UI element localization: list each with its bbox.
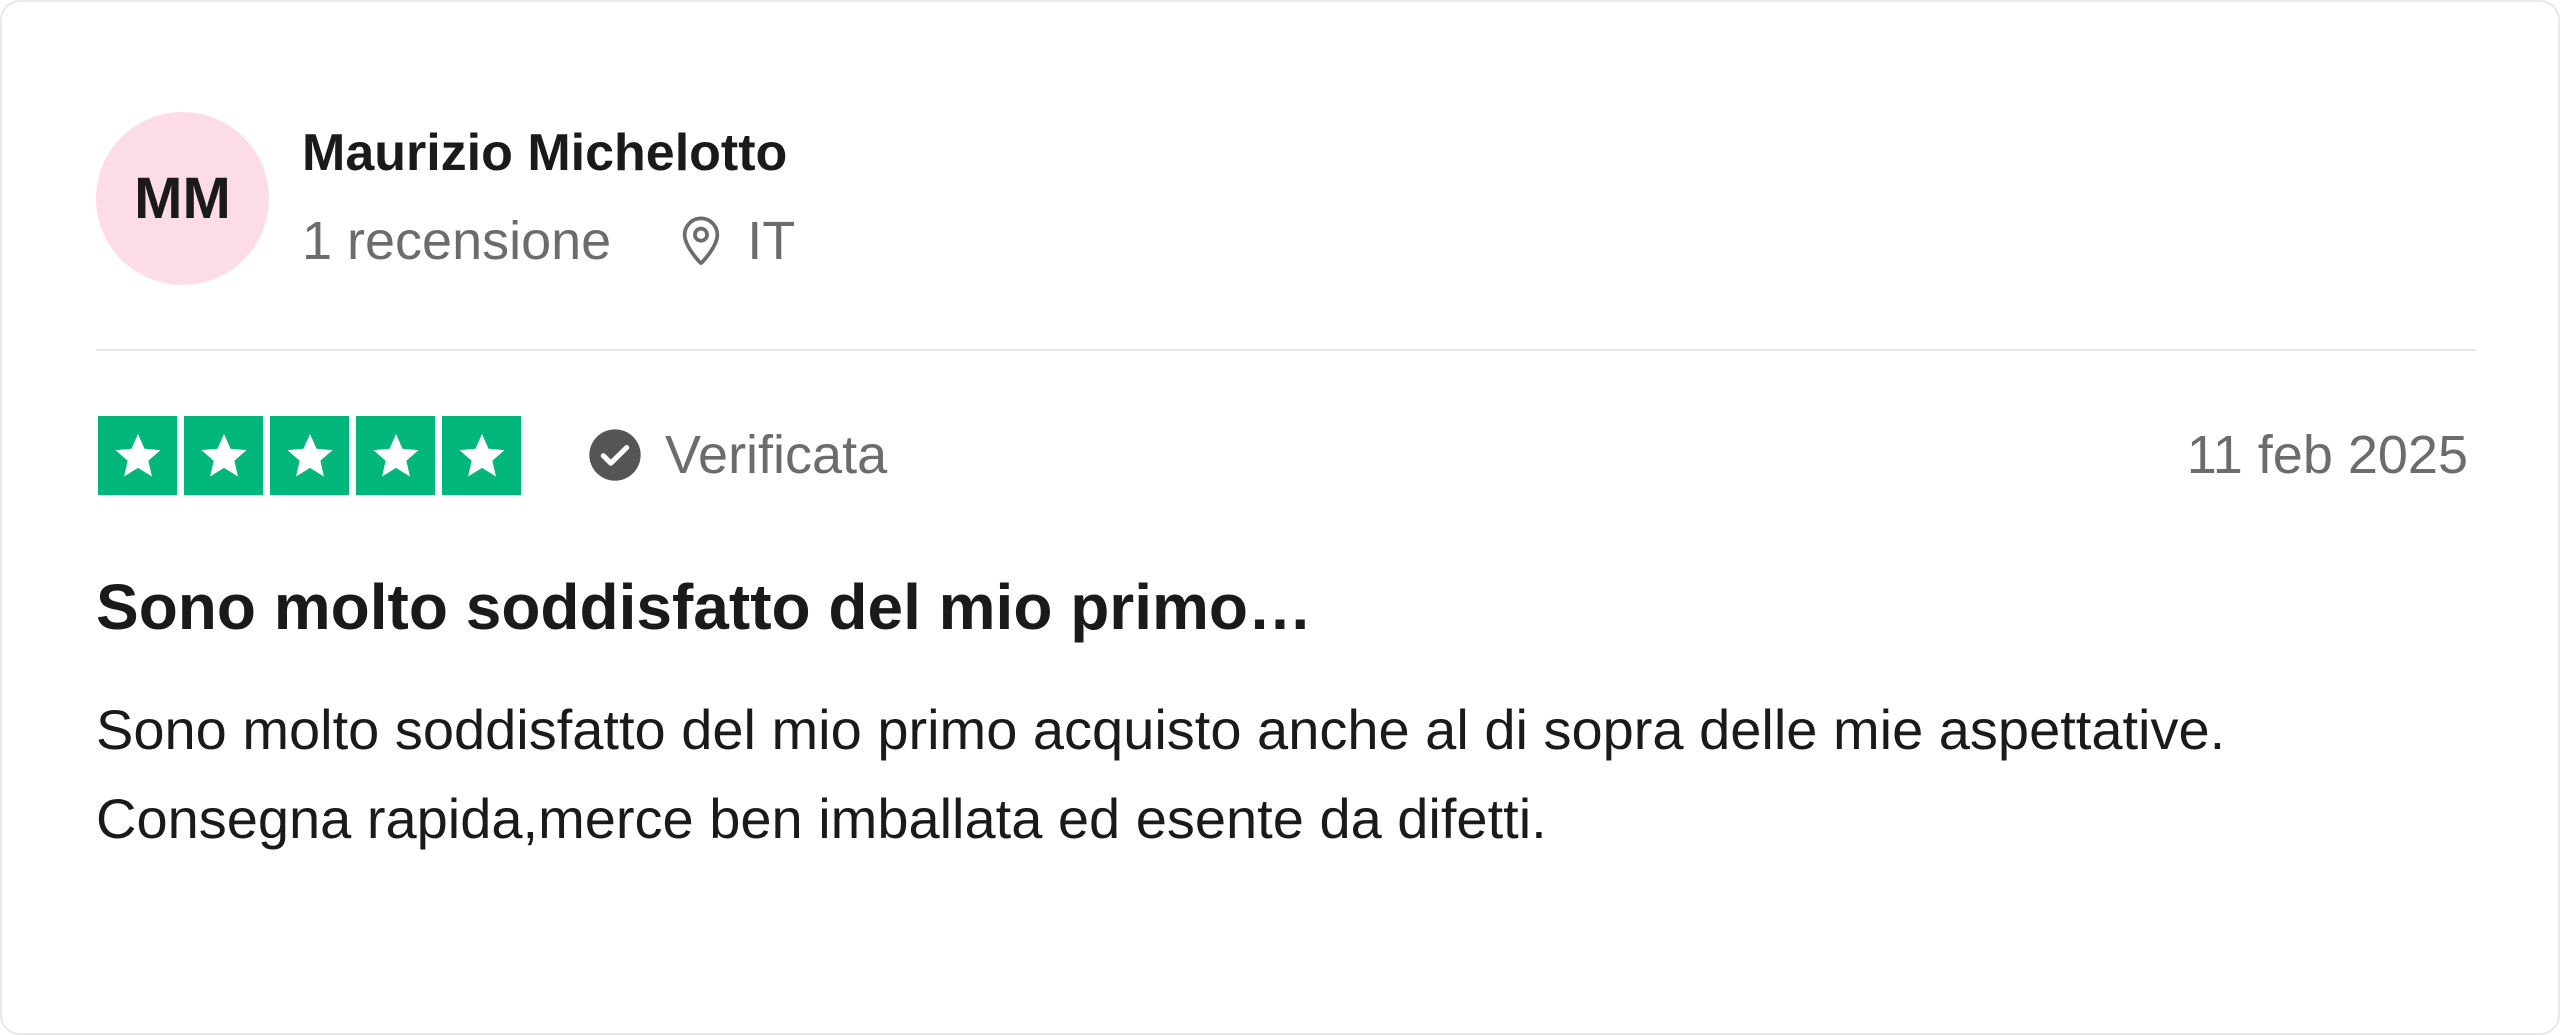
star-icon (270, 416, 349, 495)
reviewer-meta: 1 recensione IT (302, 206, 795, 276)
avatar[interactable]: MM (96, 112, 269, 285)
divider (96, 349, 2476, 351)
verified-label: Verificata (665, 425, 888, 485)
reviewer-name[interactable]: Maurizio Michelotto (302, 120, 787, 186)
review-count: 1 recensione (302, 211, 612, 271)
reviewer-country: IT (747, 211, 796, 271)
review-body-line: Sono molto soddisfatto del mio primo acq… (96, 698, 2226, 761)
star-icon (442, 416, 521, 495)
review-title[interactable]: Sono molto soddisfatto del mio primo… (96, 567, 1312, 647)
star-icon (184, 416, 263, 495)
star-icon (98, 416, 177, 495)
review-date: 11 feb 2025 (2186, 425, 2468, 485)
avatar-initials: MM (134, 166, 231, 231)
location-pin-icon (673, 213, 729, 269)
verified-badge[interactable]: Verificata (587, 420, 887, 490)
check-circle-icon (587, 427, 643, 483)
review-card: MM Maurizio Michelotto 1 recensione IT V… (0, 0, 2560, 1035)
review-body-line: Consegna rapida,merce ben imballata ed e… (96, 787, 1547, 850)
star-icon (356, 416, 435, 495)
star-rating (98, 416, 521, 495)
review-body: Sono molto soddisfatto del mio primo acq… (96, 685, 2396, 863)
